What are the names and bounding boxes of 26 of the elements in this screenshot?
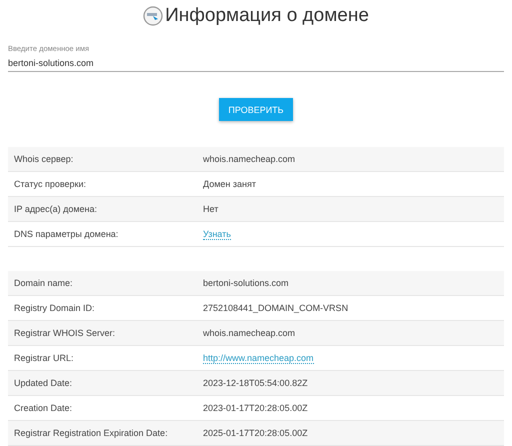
row-label: Registry Domain ID: — [14, 303, 96, 313]
row-label: Registrar Registration Expiration Date: — [14, 428, 169, 438]
row-label: Whois сервер: — [14, 154, 74, 164]
row-label: Updated Date: — [14, 378, 74, 388]
row-value: 2025-01-17T20:28:05.00Z — [203, 428, 309, 438]
row-value: 2023-01-17T20:28:05.00Z — [203, 403, 309, 413]
value-link[interactable]: http://www.namecheap.com — [203, 352, 314, 364]
row-value: 2752108441_DOMAIN_COM-VRSN — [203, 303, 350, 313]
page-title: Информация о домене — [165, 5, 369, 27]
row-label: Creation Date: — [14, 403, 74, 413]
row-value: 2023-12-18T05:54:00.82Z — [203, 378, 309, 388]
row-label: DNS параметры домена: — [14, 229, 120, 239]
row-value: Нет — [203, 204, 220, 214]
row-value: whois.namecheap.com — [203, 154, 296, 164]
logo-icon — [143, 6, 164, 26]
row-label: Registrar WHOIS Server: — [14, 328, 116, 338]
value-link[interactable]: Узнать — [203, 228, 231, 240]
check-button[interactable]: ПРОВЕРИТЬ — [219, 98, 293, 121]
row-label: Registrar URL: — [14, 353, 75, 363]
row-value: whois.namecheap.com — [203, 328, 296, 338]
row-value: bertoni-solutions.com — [203, 278, 290, 288]
row-label: IP адрес(а) домена: — [14, 204, 98, 214]
domain-input-field[interactable]: bertoni-solutions.com — [8, 58, 504, 68]
row-value: Домен занят — [203, 179, 257, 189]
row-label: Domain name: — [14, 278, 74, 288]
row-label: Статус проверки: — [14, 179, 87, 189]
